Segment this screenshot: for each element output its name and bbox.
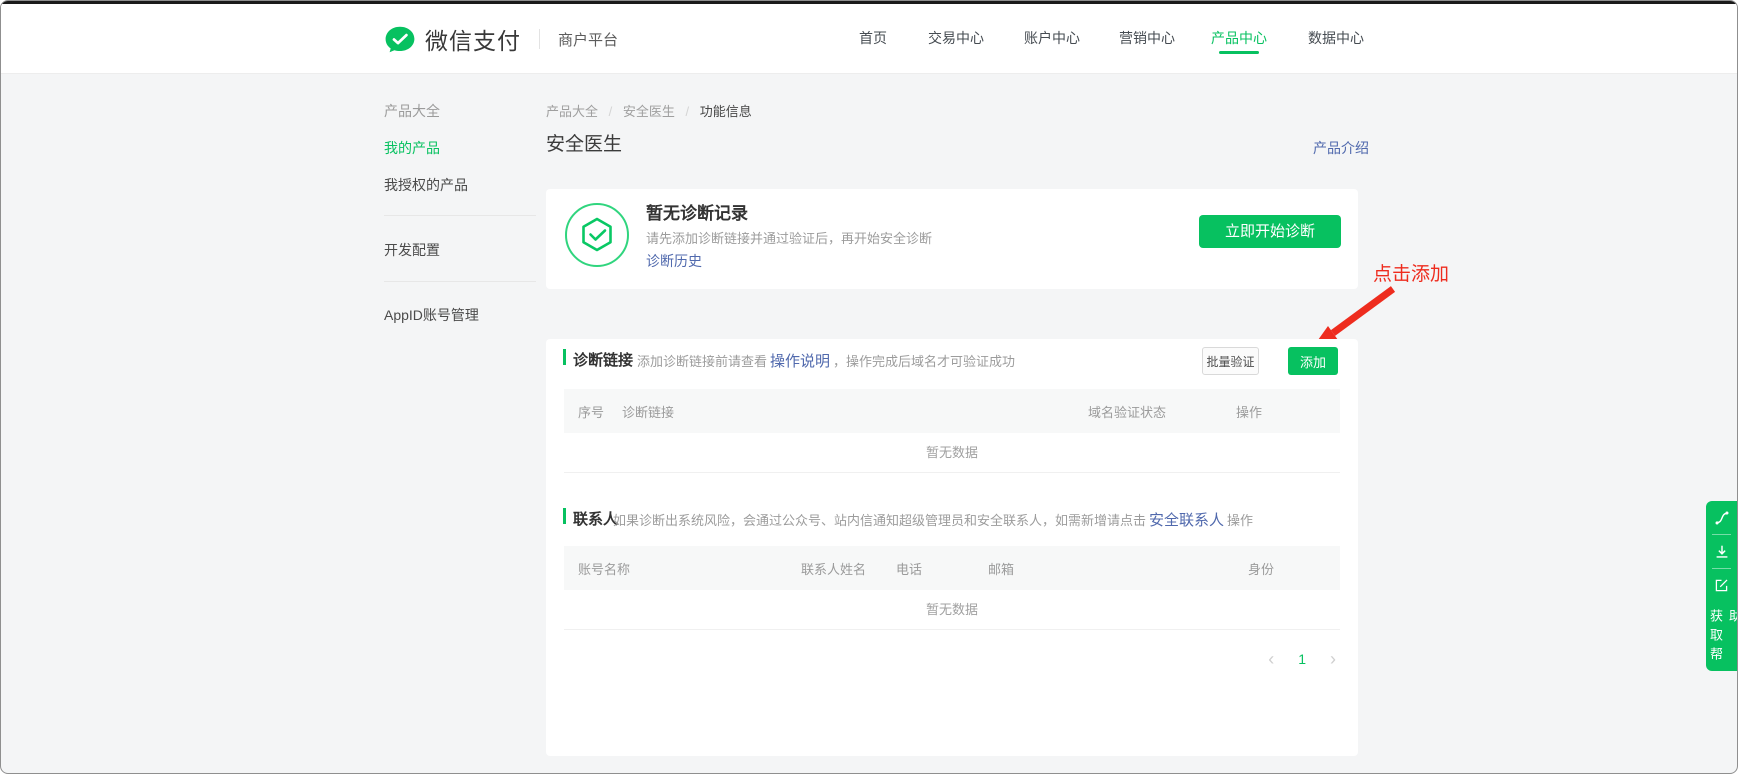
sidebar-divider (384, 215, 536, 216)
column-header-action: 操作 (1236, 402, 1340, 421)
empty-diagnosis-subtitle: 请先添加诊断链接并通过验证后，再开始安全诊断 (646, 228, 932, 247)
diagnosis-history-link[interactable]: 诊断历史 (646, 251, 702, 271)
nav-data-center[interactable]: 数据中心 (1308, 28, 1364, 48)
service-link-icon[interactable] (1706, 501, 1737, 534)
wechat-pay-logo-icon (384, 25, 416, 54)
diagnosis-summary-card: 暂无诊断记录 请先添加诊断链接并通过验证后，再开始安全诊断 诊断历史 立即开始诊… (546, 189, 1358, 289)
breadcrumb-product-catalog[interactable]: 产品大全 (546, 104, 598, 119)
diagnosis-links-section-title: 诊断链接 (573, 349, 633, 370)
diagnosis-links-hint: 添加诊断链接前请查看操作说明，操作完成后域名才可验证成功 (637, 350, 1015, 371)
download-icon[interactable] (1706, 535, 1737, 568)
nav-account-center[interactable]: 账户中心 (1024, 28, 1080, 48)
start-diagnosis-button[interactable]: 立即开始诊断 (1199, 215, 1341, 248)
hint-suffix: ，操作完成后域名才可验证成功 (833, 354, 1015, 369)
pagination-page-1[interactable]: 1 (1298, 651, 1306, 667)
pagination-next-icon[interactable]: › (1330, 649, 1336, 669)
sidebar-item-dev-config[interactable]: 开发配置 (384, 240, 440, 260)
get-help-button[interactable]: 获取帮助 (1706, 609, 1738, 671)
nav-marketing-center[interactable]: 营销中心 (1119, 28, 1175, 48)
brand-logo[interactable]: 微信支付 商户平台 (384, 21, 618, 57)
column-header-index: 序号 (578, 402, 622, 421)
section-accent-bar (563, 508, 566, 524)
contacts-section-title: 联系人 (573, 508, 618, 529)
sidebar-item-my-products[interactable]: 我的产品 (384, 138, 440, 158)
column-header-phone: 电话 (896, 559, 988, 578)
breadcrumb-security-doctor[interactable]: 安全医生 (623, 104, 675, 119)
brand-name: 微信支付 (425, 22, 521, 56)
breadcrumb: 产品大全 / 安全医生 / 功能信息 (546, 101, 752, 120)
column-header-contact-name: 联系人姓名 (801, 559, 896, 578)
security-shield-icon (564, 202, 630, 268)
hint-prefix: 添加诊断链接前请查看 (637, 354, 767, 369)
function-info-card: 诊断链接 添加诊断链接前请查看操作说明，操作完成后域名才可验证成功 批量验证 添… (546, 339, 1358, 756)
product-intro-link[interactable]: 产品介绍 (1313, 138, 1369, 158)
column-header-domain-status: 域名验证状态 (1088, 402, 1236, 421)
merchant-platform-window: 微信支付 商户平台 首页 交易中心 账户中心 营销中心 产品中心 数据中心 产品… (0, 0, 1738, 774)
top-header: 微信支付 商户平台 首页 交易中心 账户中心 营销中心 产品中心 数据中心 (1, 4, 1737, 74)
empty-diagnosis-title: 暂无诊断记录 (646, 199, 748, 224)
breadcrumb-separator: / (686, 104, 690, 119)
nav-transaction-center[interactable]: 交易中心 (928, 28, 984, 48)
column-header-email: 邮箱 (988, 559, 1248, 578)
nav-home[interactable]: 首页 (859, 28, 887, 48)
sidebar-item-product-catalog[interactable]: 产品大全 (384, 101, 440, 121)
column-header-link: 诊断链接 (622, 402, 1088, 421)
column-header-identity: 身份 (1248, 559, 1340, 578)
security-contact-link[interactable]: 安全联系人 (1149, 512, 1224, 529)
operation-guide-link[interactable]: 操作说明 (770, 353, 830, 370)
feedback-edit-icon[interactable] (1706, 569, 1737, 602)
hint-prefix: 如果诊断出系统风险，会通过公众号、站内信通知超级管理员和安全联系人，如需新增请点… (613, 513, 1146, 528)
contacts-table-header: 账号名称 联系人姓名 电话 邮箱 身份 (564, 546, 1340, 590)
floating-help-bar: 获取帮助 (1706, 501, 1737, 671)
logo-divider (539, 29, 540, 49)
click-add-annotation: 点击添加 (1373, 259, 1449, 286)
breadcrumb-separator: / (609, 104, 613, 119)
diagnosis-links-table-header: 序号 诊断链接 域名验证状态 操作 (564, 389, 1340, 433)
contacts-empty-state: 暂无数据 (564, 590, 1340, 630)
breadcrumb-current-page: 功能信息 (700, 104, 752, 119)
hint-suffix: 操作 (1227, 513, 1253, 528)
section-accent-bar (563, 349, 566, 365)
sidebar-item-authorized-products[interactable]: 我授权的产品 (384, 175, 468, 195)
sidebar-item-appid-management[interactable]: AppID账号管理 (384, 305, 479, 325)
contacts-hint: 如果诊断出系统风险，会通过公众号、站内信通知超级管理员和安全联系人，如需新增请点… (613, 509, 1253, 530)
portal-label: 商户平台 (558, 29, 618, 50)
batch-verify-button[interactable]: 批量验证 (1202, 347, 1259, 375)
add-link-button[interactable]: 添加 (1288, 347, 1338, 375)
page-title: 安全医生 (546, 129, 622, 156)
pagination: ‹ 1 › (1268, 649, 1336, 669)
column-header-account-name: 账号名称 (578, 559, 801, 578)
nav-product-center[interactable]: 产品中心 (1211, 28, 1267, 48)
pagination-prev-icon[interactable]: ‹ (1268, 649, 1274, 669)
diagnosis-links-empty-state: 暂无数据 (564, 433, 1340, 473)
sidebar-divider (384, 281, 536, 282)
